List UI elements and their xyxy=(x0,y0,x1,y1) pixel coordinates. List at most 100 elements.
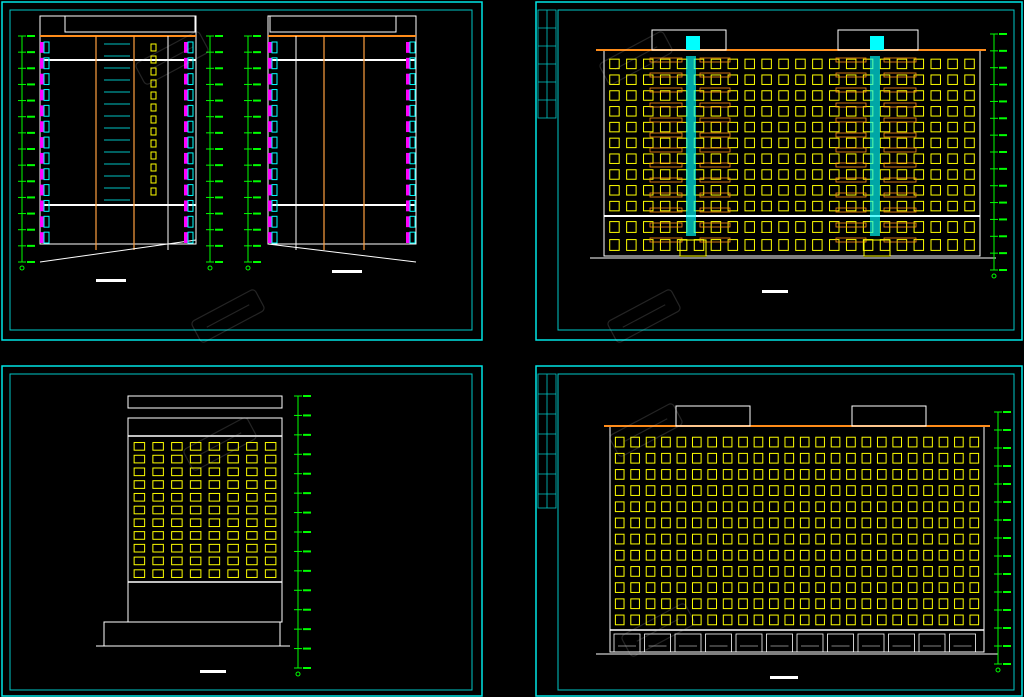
window xyxy=(614,452,625,464)
window xyxy=(133,492,146,502)
window xyxy=(189,505,202,515)
window xyxy=(923,533,933,545)
balcony-side xyxy=(268,168,272,180)
window xyxy=(907,582,918,593)
balcony-glass xyxy=(43,168,50,181)
window xyxy=(753,469,764,480)
window xyxy=(761,239,772,251)
level-marker-icon xyxy=(303,492,311,495)
window xyxy=(264,531,277,540)
window xyxy=(830,614,841,626)
window xyxy=(830,517,841,529)
window xyxy=(876,501,887,513)
window xyxy=(830,436,841,448)
window xyxy=(799,549,810,561)
window xyxy=(189,492,202,502)
balcony-glass xyxy=(409,184,416,196)
window xyxy=(795,106,806,117)
window xyxy=(815,582,825,593)
window xyxy=(643,74,654,85)
window xyxy=(227,454,239,464)
window xyxy=(171,569,183,578)
shopfront xyxy=(766,633,793,653)
window xyxy=(722,469,733,480)
window xyxy=(879,185,891,196)
balcony-glass xyxy=(409,73,416,86)
level-marker-icon xyxy=(1003,609,1011,611)
level-marker-icon xyxy=(999,83,1007,86)
window xyxy=(626,121,637,133)
balcony-side xyxy=(40,89,44,101)
window xyxy=(626,200,637,212)
window xyxy=(643,185,654,196)
balcony-glass xyxy=(409,168,416,181)
window xyxy=(744,74,755,85)
window xyxy=(738,436,748,448)
window xyxy=(815,452,825,464)
window xyxy=(676,469,687,480)
balcony-side xyxy=(406,200,410,212)
level-marker-icon xyxy=(215,83,223,86)
window xyxy=(954,517,964,529)
window xyxy=(778,200,789,212)
window xyxy=(707,582,718,593)
window xyxy=(661,436,671,448)
window xyxy=(829,106,840,117)
window xyxy=(171,531,183,540)
level-marker-icon xyxy=(303,472,311,475)
level-marker-icon xyxy=(999,33,1007,35)
balcony-glass xyxy=(187,73,194,86)
window xyxy=(954,485,964,496)
window xyxy=(892,501,903,513)
window xyxy=(954,614,964,626)
window xyxy=(264,442,277,451)
window xyxy=(246,480,258,489)
window xyxy=(630,533,640,545)
window xyxy=(907,614,918,626)
window xyxy=(133,518,146,528)
window xyxy=(938,533,949,545)
window xyxy=(861,452,872,464)
window xyxy=(659,106,671,117)
window xyxy=(630,517,640,529)
window xyxy=(829,200,840,212)
window xyxy=(661,452,671,464)
window xyxy=(954,436,964,448)
balcony-side xyxy=(184,184,188,196)
balcony-side xyxy=(40,73,44,85)
balcony-rail xyxy=(883,177,917,183)
window xyxy=(778,58,789,70)
window xyxy=(753,549,764,561)
window xyxy=(630,452,640,464)
window xyxy=(643,239,654,251)
level-marker-icon xyxy=(1003,573,1011,575)
window xyxy=(845,239,857,251)
window xyxy=(264,480,277,489)
window xyxy=(171,467,183,477)
window xyxy=(744,153,755,164)
window xyxy=(152,442,164,451)
window xyxy=(661,566,671,577)
window xyxy=(812,90,823,101)
window xyxy=(769,549,779,561)
balcony-rail xyxy=(835,147,867,153)
window xyxy=(930,106,941,117)
window xyxy=(799,452,810,464)
window xyxy=(784,598,795,610)
window xyxy=(812,106,823,117)
window xyxy=(609,153,620,164)
level-marker-icon xyxy=(215,228,223,231)
window xyxy=(614,533,625,545)
window xyxy=(930,185,941,196)
window xyxy=(659,200,671,212)
window xyxy=(189,518,202,528)
window xyxy=(876,582,887,593)
window xyxy=(795,200,806,212)
level-marker-icon xyxy=(27,99,35,102)
window xyxy=(609,221,620,233)
window xyxy=(778,153,789,164)
shopfront xyxy=(827,633,854,653)
window xyxy=(784,485,795,496)
window xyxy=(744,185,755,196)
window xyxy=(614,582,625,593)
